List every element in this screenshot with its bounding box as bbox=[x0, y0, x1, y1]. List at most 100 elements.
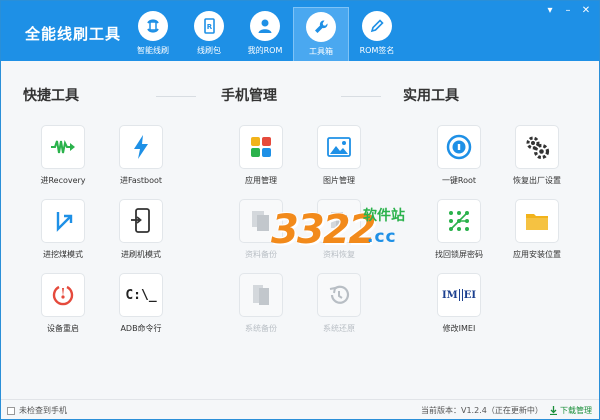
version-text: 当前版本：V1.2.4（正在更新中） bbox=[421, 406, 543, 415]
tile-reboot[interactable]: 设备重启 bbox=[33, 273, 93, 334]
tile-label: 进Fastboot bbox=[119, 176, 163, 185]
picture-icon bbox=[327, 137, 351, 157]
gears-icon bbox=[526, 136, 550, 160]
arrow-turn-icon bbox=[56, 212, 73, 232]
tile-label: 进刷机模式 bbox=[121, 250, 161, 259]
tile-label: 系统备份 bbox=[245, 324, 277, 333]
tile-label: 进Recovery bbox=[40, 176, 86, 185]
tile-edl-mode[interactable]: 进挖煤模式 bbox=[33, 199, 93, 260]
tile-label: 进挖煤模式 bbox=[43, 250, 83, 259]
device-status: 未检查到手机 bbox=[7, 405, 67, 416]
menu-dropdown-icon[interactable]: ▾ bbox=[543, 5, 557, 17]
tile-icon-box bbox=[239, 125, 283, 169]
watermark-site: 软件站 bbox=[363, 208, 405, 224]
tile-label: 应用安装位置 bbox=[513, 250, 561, 259]
tile-label: 恢复出厂设置 bbox=[513, 176, 561, 185]
tile-icon-box bbox=[437, 199, 481, 243]
lock-circle-icon bbox=[446, 134, 472, 160]
recovery-wave-icon bbox=[51, 139, 75, 154]
tile-one-key-root[interactable]: 一键Root bbox=[429, 125, 489, 186]
lightning-icon bbox=[134, 135, 148, 159]
tile-icon-box bbox=[515, 125, 559, 169]
section-title-util: 实用工具 bbox=[403, 88, 459, 104]
tile-icon-box bbox=[515, 199, 559, 243]
tile-adb[interactable]: C:\_ ADB命令行 bbox=[111, 273, 171, 334]
divider bbox=[341, 96, 381, 97]
tile-icon-box: C:\_ bbox=[119, 273, 163, 317]
nav-smart-flash[interactable]: 智能线刷 bbox=[125, 7, 181, 61]
terminal-icon: C:\_ bbox=[125, 287, 157, 303]
status-bar: 未检查到手机 当前版本：V1.2.4（正在更新中） 下载管理 bbox=[1, 399, 599, 419]
tile-factory-reset[interactable]: 恢复出厂设置 bbox=[507, 125, 567, 186]
user-icon bbox=[250, 11, 280, 41]
app-grid-icon bbox=[251, 137, 271, 157]
nav-label: 智能线刷 bbox=[137, 46, 169, 55]
tile-icon-box bbox=[119, 125, 163, 169]
tile-icon-box bbox=[41, 199, 85, 243]
refresh-icon bbox=[138, 11, 168, 41]
close-icon[interactable]: ✕ bbox=[579, 5, 593, 17]
tile-icon-box bbox=[239, 273, 283, 317]
wrench-icon bbox=[306, 12, 336, 42]
reboot-icon bbox=[52, 285, 74, 306]
copy-icon bbox=[253, 285, 269, 305]
imei-icon: IM EI bbox=[437, 273, 481, 317]
tile-icon-box bbox=[317, 273, 361, 317]
nav-label: ROM签名 bbox=[359, 46, 395, 55]
nav-label: 我的ROM bbox=[247, 46, 283, 55]
svg-text:R: R bbox=[207, 23, 213, 31]
nav-rom-sign[interactable]: ROM签名 bbox=[349, 7, 405, 61]
tile-picture-manage[interactable]: 图片管理 bbox=[309, 125, 369, 186]
download-manager-label: 下载管理 bbox=[560, 406, 592, 415]
tile-fastboot[interactable]: 进Fastboot bbox=[111, 125, 171, 186]
tile-label: 找回锁屏密码 bbox=[435, 250, 483, 259]
tile-icon-box bbox=[437, 125, 481, 169]
tile-icon-box bbox=[119, 199, 163, 243]
pen-icon bbox=[362, 11, 392, 41]
app-window: 全能线刷工具 智能线刷 R 线刷包 我的ROM 工具箱 ROM签名 ▾ – ✕ … bbox=[0, 0, 600, 420]
folder-icon bbox=[526, 214, 548, 230]
nav-label: 工具箱 bbox=[309, 47, 333, 56]
nav-toolbox[interactable]: 工具箱 bbox=[293, 7, 349, 61]
tile-recovery[interactable]: 进Recovery bbox=[33, 125, 93, 186]
nav-label: 线刷包 bbox=[197, 46, 221, 55]
section-title-quick: 快捷工具 bbox=[23, 88, 79, 104]
app-title: 全能线刷工具 bbox=[25, 25, 122, 43]
tile-app-manage[interactable]: 应用管理 bbox=[231, 125, 291, 186]
section-title-phone: 手机管理 bbox=[221, 88, 277, 104]
phone-enter-icon bbox=[131, 208, 150, 233]
tile-system-restore[interactable]: 系统还原 bbox=[309, 273, 369, 334]
tile-label: 设备重启 bbox=[47, 324, 79, 333]
watermark-logo: 3322 软件站 .cc bbox=[269, 199, 439, 269]
tile-flash-mode[interactable]: 进刷机模式 bbox=[111, 199, 171, 260]
divider bbox=[156, 96, 196, 97]
tile-modify-imei[interactable]: IM EI 修改IMEI bbox=[429, 273, 489, 334]
tile-label: 应用管理 bbox=[245, 176, 277, 185]
nav-my-rom[interactable]: 我的ROM bbox=[237, 7, 293, 61]
window-controls: ▾ – ✕ bbox=[539, 5, 593, 17]
device-status-text: 未检查到手机 bbox=[19, 406, 67, 415]
main-nav: 智能线刷 R 线刷包 我的ROM 工具箱 ROM签名 bbox=[125, 7, 405, 61]
imei-text-left: IM bbox=[441, 289, 458, 301]
tile-icon-box bbox=[41, 125, 85, 169]
download-icon bbox=[550, 406, 557, 415]
tile-label: 修改IMEI bbox=[442, 324, 476, 333]
imei-barcode bbox=[458, 289, 463, 301]
watermark-number: 3322 bbox=[271, 207, 376, 253]
tile-label: 系统还原 bbox=[323, 324, 355, 333]
download-manager-link[interactable]: 下载管理 bbox=[549, 405, 592, 416]
tile-label: 图片管理 bbox=[323, 176, 355, 185]
tile-icon-box bbox=[41, 273, 85, 317]
minimize-icon[interactable]: – bbox=[561, 5, 575, 17]
tile-label: 一键Root bbox=[441, 176, 477, 185]
tile-label: ADB命令行 bbox=[120, 324, 162, 333]
tile-app-install-location[interactable]: 应用安装位置 bbox=[507, 199, 567, 260]
pattern-lock-icon bbox=[449, 211, 469, 231]
nav-flash-package[interactable]: R 线刷包 bbox=[181, 7, 237, 61]
header-bar: 全能线刷工具 智能线刷 R 线刷包 我的ROM 工具箱 ROM签名 ▾ – ✕ bbox=[1, 1, 599, 61]
tile-system-backup[interactable]: 系统备份 bbox=[231, 273, 291, 334]
imei-text-right: EI bbox=[463, 289, 477, 301]
package-icon: R bbox=[194, 11, 224, 41]
tile-icon-box bbox=[317, 125, 361, 169]
history-icon bbox=[329, 285, 350, 304]
